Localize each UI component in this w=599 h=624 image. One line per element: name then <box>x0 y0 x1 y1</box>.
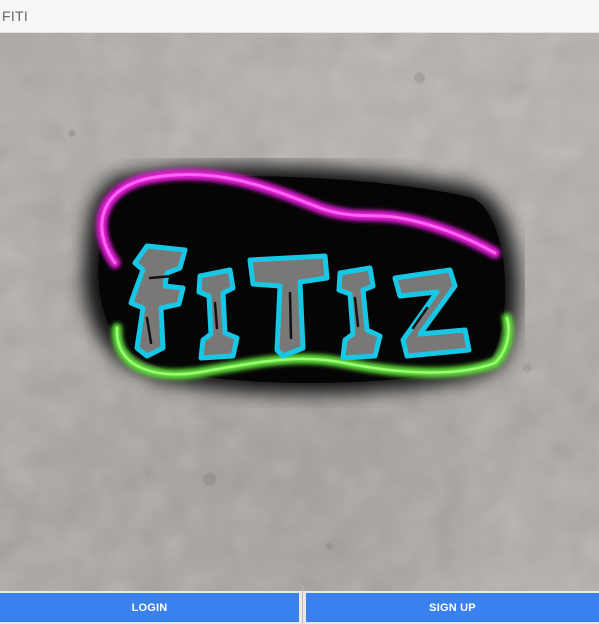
signup-button[interactable]: SIGN UP <box>306 593 599 622</box>
fiti-logo <box>84 165 518 394</box>
app-window: FITI LOGIN SIGN UP <box>0 0 599 624</box>
title-bar: FITI <box>0 0 599 33</box>
app-title: FITI <box>2 8 29 24</box>
auth-action-bar: LOGIN SIGN UP <box>0 591 599 624</box>
splash-background <box>0 33 599 591</box>
login-button[interactable]: LOGIN <box>0 593 299 622</box>
button-divider <box>302 586 303 624</box>
